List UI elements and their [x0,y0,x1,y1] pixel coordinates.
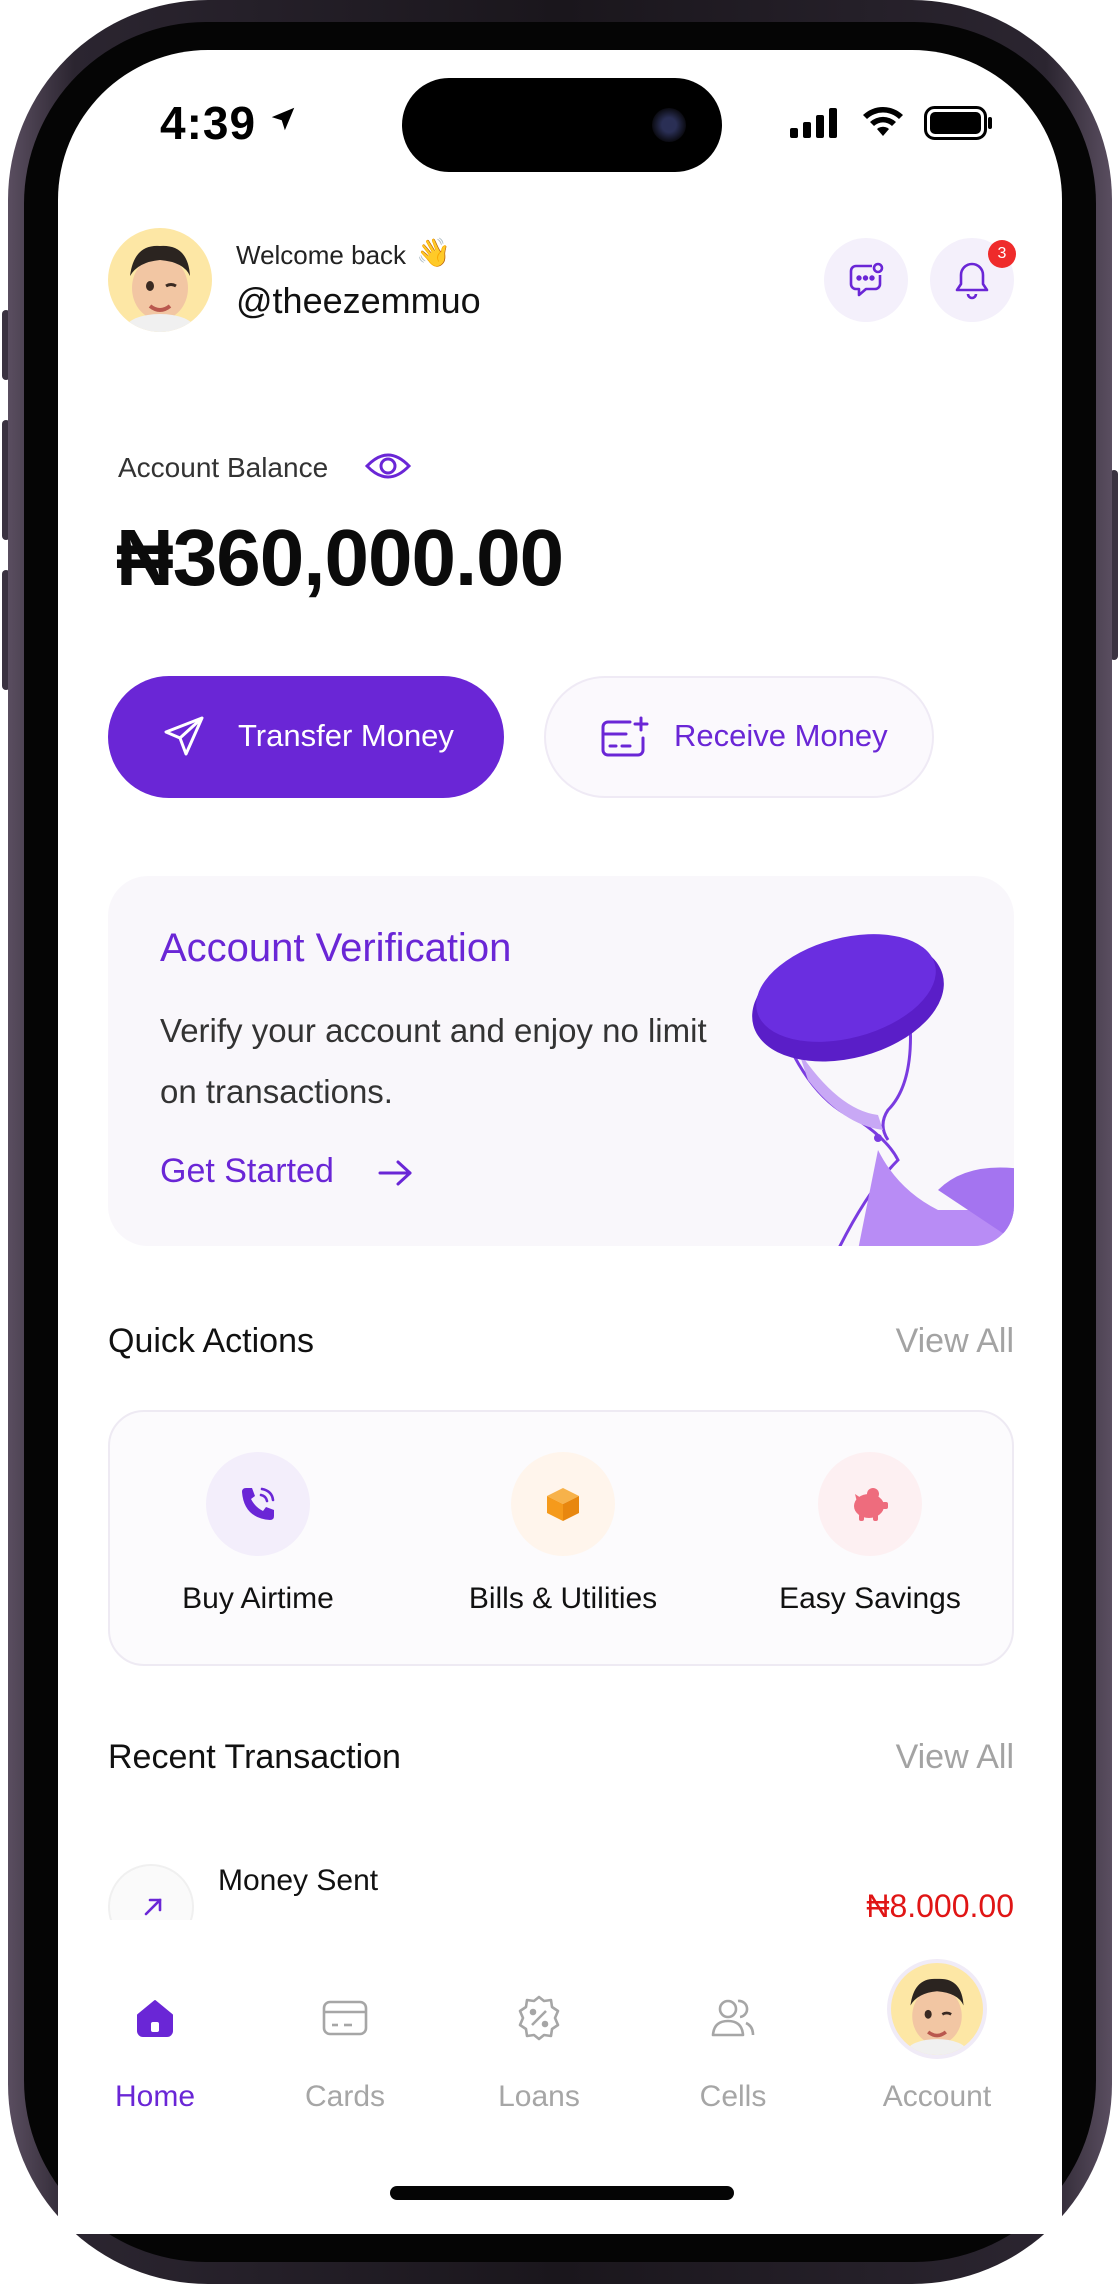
nav-home-label: Home [114,2080,196,2113]
username: @theezemmuo [236,280,481,321]
verification-title: Account Verification [160,926,512,970]
buy-airtime-icon-circle [206,1452,310,1556]
phone-call-icon [242,1487,275,1520]
get-started-link[interactable]: Get Started [160,1152,334,1191]
dynamic-island [402,78,722,172]
quick-action-bills-utilities[interactable]: Bills & Utilities [443,1452,683,1616]
transaction-title: Money Sent [218,1864,379,1897]
memoji-avatar-icon [906,1978,968,2055]
easy-savings-icon-circle [818,1452,922,1556]
avatar[interactable] [108,228,212,332]
nav-home[interactable]: Home [70,1986,240,2114]
nav-cards[interactable]: Cards [260,1986,430,2114]
arrow-up-right-icon [144,1898,162,1916]
transaction-amount: ₦8.000.00 [866,1888,1014,1920]
transaction-icon-circle [108,1864,194,1920]
transfer-money-button[interactable]: Transfer Money [108,676,504,798]
buy-airtime-label: Buy Airtime [182,1582,334,1615]
status-time: 4:39 [160,97,257,149]
nav-account[interactable]: Account [852,1959,1022,2114]
quick-action-easy-savings[interactable]: Easy Savings [750,1452,990,1616]
recent-transaction-title: Recent Transaction [108,1738,401,1776]
avatar [887,1959,987,2059]
home-icon [137,2000,173,2037]
easy-savings-label: Easy Savings [779,1582,961,1615]
receive-money-button[interactable]: Receive Money [544,676,934,798]
hourglass-illustration [752,934,1014,1246]
support-chat-button[interactable] [824,238,908,322]
wifi-icon [863,107,903,136]
welcome-text: Welcome back [236,240,407,270]
box-icon [547,1488,579,1521]
card-icon [322,2000,368,2036]
front-camera [652,108,686,142]
transaction-row[interactable]: Money Sent ₦8.000.00 [108,1850,1014,1920]
bills-utilities-label: Bills & Utilities [468,1582,658,1615]
notification-count-badge: 3 [988,240,1016,268]
location-arrow-icon [271,107,295,131]
nav-cells-label: Cells [699,2080,767,2113]
account-verification-card[interactable]: Account Verification Verify your account… [108,876,1014,1246]
quick-actions-view-all[interactable]: View All [896,1322,1014,1361]
recent-transaction-view-all[interactable]: View All [896,1738,1014,1777]
send-plane-icon [164,716,204,756]
nav-cards-label: Cards [304,2080,386,2113]
battery-icon [924,106,992,140]
bell-icon [955,262,989,300]
loan-badge-icon [518,1995,560,2041]
bills-utilities-icon-circle [511,1452,615,1556]
verification-text: Verify your account and enjoy no limit o… [160,1012,707,1110]
transfer-money-label: Transfer Money [238,718,454,753]
piggy-bank-icon [854,1488,888,1521]
home-indicator[interactable] [390,2186,734,2200]
cellular-signal-icon [790,108,837,138]
eye-icon[interactable] [364,444,412,488]
memoji-avatar-icon [126,245,194,332]
receive-money-label: Receive Money [674,718,888,753]
quick-action-buy-airtime[interactable]: Buy Airtime [138,1452,378,1616]
wave-emoji: 👋 [416,237,451,268]
nav-cells[interactable]: Cells [648,1986,818,2114]
nav-account-label: Account [882,2080,992,2113]
users-icon [711,1999,755,2037]
balance-amount: ₦360,000.00 [116,513,564,602]
nav-loans[interactable]: Loans [454,1986,624,2114]
quick-actions-card: Buy Airtime Bills & Utilities Easy Savin… [108,1410,1014,1666]
nav-loans-label: Loans [498,2080,580,2113]
chat-bubble-icon [849,262,884,297]
receive-card-icon [601,716,649,757]
balance-label: Account Balance [118,452,329,483]
arrow-right-icon [378,1160,412,1186]
quick-actions-title: Quick Actions [108,1322,314,1360]
